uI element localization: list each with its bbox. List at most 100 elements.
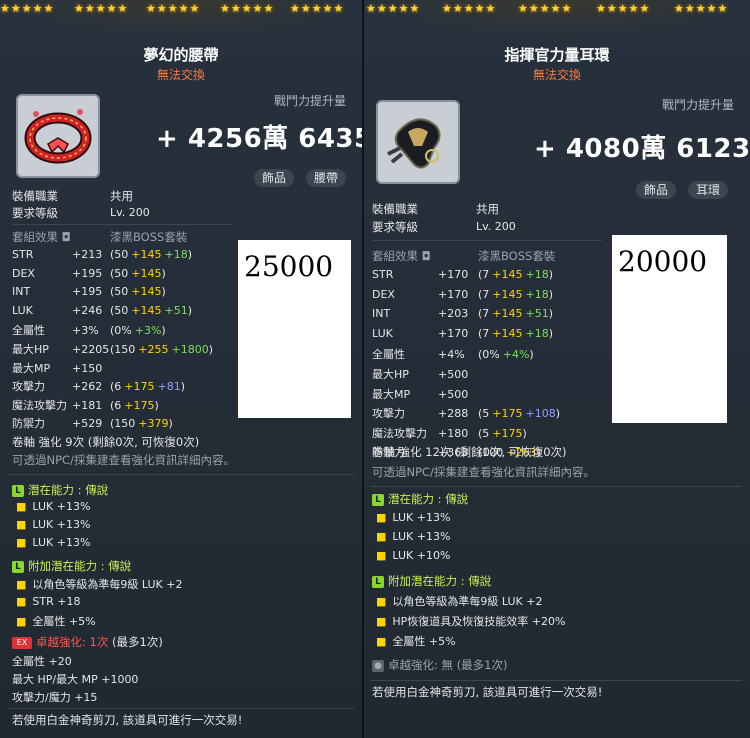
ex-line-3: 攻擊力/魔力 +15 — [12, 691, 98, 704]
stat-close: ) — [548, 307, 554, 321]
stat-total: +213 — [72, 248, 103, 261]
npc-note: 可透過NPC/採集建查看強化資訊詳細內容。 — [12, 453, 235, 467]
stat-total: +180 — [438, 426, 469, 440]
stat-base: (6 — [110, 380, 122, 394]
potential-label: 潛在能力 : — [28, 483, 82, 497]
bonus-line-3: 全屬性 +5% — [392, 635, 456, 648]
stat-enhance: +51 — [525, 307, 549, 321]
stat-bonus: +175 — [492, 426, 523, 440]
stat-base: (50 — [110, 303, 129, 317]
mouse-icon: ◘ — [421, 249, 431, 263]
stat-total: +500 — [438, 387, 469, 401]
screenshot: ★★★★★ ★★★★★ ★★★★★ ★★★★★ ★★★★★ 夢幻的腰帶 無法交換 戰鬥力… — [0, 0, 750, 738]
stat-base: (50 — [110, 266, 129, 280]
item-title: 夢幻的腰帶 — [143, 46, 219, 64]
stat-base: (150 — [110, 417, 136, 431]
stat-close: ) — [529, 348, 534, 362]
stat-close: ) — [548, 268, 554, 281]
footer-note: 若使用白金神奇剪刀, 該道具可進行一次交易! — [12, 713, 243, 727]
stat-bonus: +145 — [131, 266, 162, 280]
stat-total: +246 — [72, 303, 103, 317]
set-label: 套組效果 — [12, 230, 58, 244]
potential-grade: 傳說 — [445, 492, 469, 506]
stat-row: 最大MP +500 — [372, 386, 478, 402]
stat-name: 魔法攻擊力 — [12, 398, 67, 412]
stat-enhance: +18 — [525, 326, 549, 340]
stat-row: STR +170 (7 +145 +18) — [372, 268, 553, 281]
stat-bonus: +379 — [138, 417, 169, 431]
potential-line-2: LUK +13% — [392, 530, 451, 543]
stat-base: (50 — [110, 248, 129, 261]
stat-name: 最大MP — [12, 361, 51, 375]
scroll-info: 卷軸 強化 12次 (剩餘0次, 可恢復0次) — [372, 445, 567, 459]
ex-label: 卓越強化: — [36, 635, 86, 649]
stat-bonus: +145 — [492, 326, 523, 340]
potential-line-3: LUK +10% — [392, 549, 451, 562]
star-decoration: ★★★★★ ★★★★★ ★★★★★ ★★★★★ ★★★★★ — [0, 0, 362, 40]
stat-base: (6 — [110, 398, 122, 412]
stat-row: INT +203 (7 +145 +51) — [372, 307, 553, 320]
stat-base: (7 — [478, 287, 490, 301]
stat-row: STR +213 (50 +145 +18) — [12, 248, 192, 261]
stat-close: ) — [154, 398, 159, 412]
stat-name: 全屬性 — [12, 324, 45, 338]
ex-line-2: 最大 HP/最大 MP +1000 — [12, 673, 139, 686]
stat-bonus: +175 — [124, 398, 155, 412]
stat-total: +500 — [438, 368, 469, 381]
stat-enhance: +18 — [525, 268, 549, 281]
stat-bonus: +175 — [492, 407, 523, 421]
stat-total: +4% — [438, 348, 465, 362]
stat-total: +195 — [72, 266, 103, 280]
stat-total: +150 — [72, 361, 103, 375]
stat-base: (50 — [110, 285, 129, 299]
stat-name: INT — [12, 285, 31, 299]
stat-row: 最大HP +500 — [372, 366, 478, 382]
cp-value: + 4080萬 6123 — [534, 134, 750, 164]
stat-base: (7 — [478, 268, 490, 281]
stat-row: 魔法攻擊力 +180 (5 +175) — [372, 425, 527, 441]
stat-total: +529 — [72, 417, 103, 431]
stat-total: +195 — [72, 285, 103, 299]
stat-enhance: +4% — [502, 348, 530, 362]
ex-max: (最多1次) — [456, 658, 508, 672]
item-title: 指揮官力量耳環 — [504, 46, 610, 64]
stat-base: (0% — [110, 324, 132, 338]
npc-note: 可透過NPC/採集建查看強化資訊詳細內容。 — [372, 465, 595, 479]
stat-enhance: +18 — [164, 248, 188, 261]
stat-close: ) — [161, 285, 166, 299]
stat-enhance: +51 — [164, 303, 188, 317]
potential-icon: L — [372, 494, 384, 506]
price-box: 20000 — [612, 235, 727, 423]
trade-status: 無法交換 — [156, 68, 205, 82]
bonus-potential-label: 附加潛在能力 : — [28, 559, 105, 573]
stat-close: ) — [187, 248, 193, 261]
stat-row: 最大HP +2205(150 +255 +1800) — [12, 341, 213, 357]
stat-bonus: +145 — [492, 307, 523, 321]
stat-row: 攻擊力 +262 (6 +175 +81) — [12, 378, 185, 394]
stat-close: ) — [522, 426, 527, 440]
stat-row: LUK +246 (50 +145 +51) — [12, 304, 192, 317]
req-value: Lv. 200 — [476, 220, 516, 233]
scroll-info: 卷軸 強化 9次 (剩餘0次, 可恢復0次) — [12, 435, 200, 449]
footer-note: 若使用白金神奇剪刀, 該道具可進行一次交易! — [372, 685, 603, 699]
bonus-line-1: 以角色等級為準每9級 LUK +2 — [392, 595, 543, 608]
stat-total: +170 — [438, 326, 469, 340]
price-value: 20000 — [618, 245, 708, 278]
stat-name: 防禦力 — [12, 417, 45, 431]
stat-row: DEX +195 (50 +145) — [12, 267, 166, 280]
stat-name: 魔法攻擊力 — [372, 426, 427, 440]
stat-row: DEX +170 (7 +145 +18) — [372, 288, 553, 301]
tooltip-left: ★★★★★ ★★★★★ ★★★★★ ★★★★★ ★★★★★ 夢幻的腰帶 無法交換 戰鬥力… — [0, 0, 364, 738]
stat-row: 全屬性 +4% (0% +4%) — [372, 346, 534, 362]
stat-row: LUK +170 (7 +145 +18) — [372, 327, 553, 340]
stat-name: INT — [372, 307, 391, 321]
set-value: 漆黑BOSS套裝 — [110, 230, 188, 244]
stat-close: ) — [187, 303, 193, 317]
potential-grade: 傳說 — [85, 483, 109, 497]
stat-row: 防禦力 +529 (150 +379) — [12, 415, 173, 431]
cp-label: 戰鬥力提升量 — [661, 98, 734, 112]
ex-value: 無 — [441, 658, 454, 672]
belt-icon — [16, 94, 100, 178]
stat-row: 全屬性 +3% (0% +3%) — [12, 322, 166, 338]
stat-bonus: +175 — [124, 380, 155, 394]
